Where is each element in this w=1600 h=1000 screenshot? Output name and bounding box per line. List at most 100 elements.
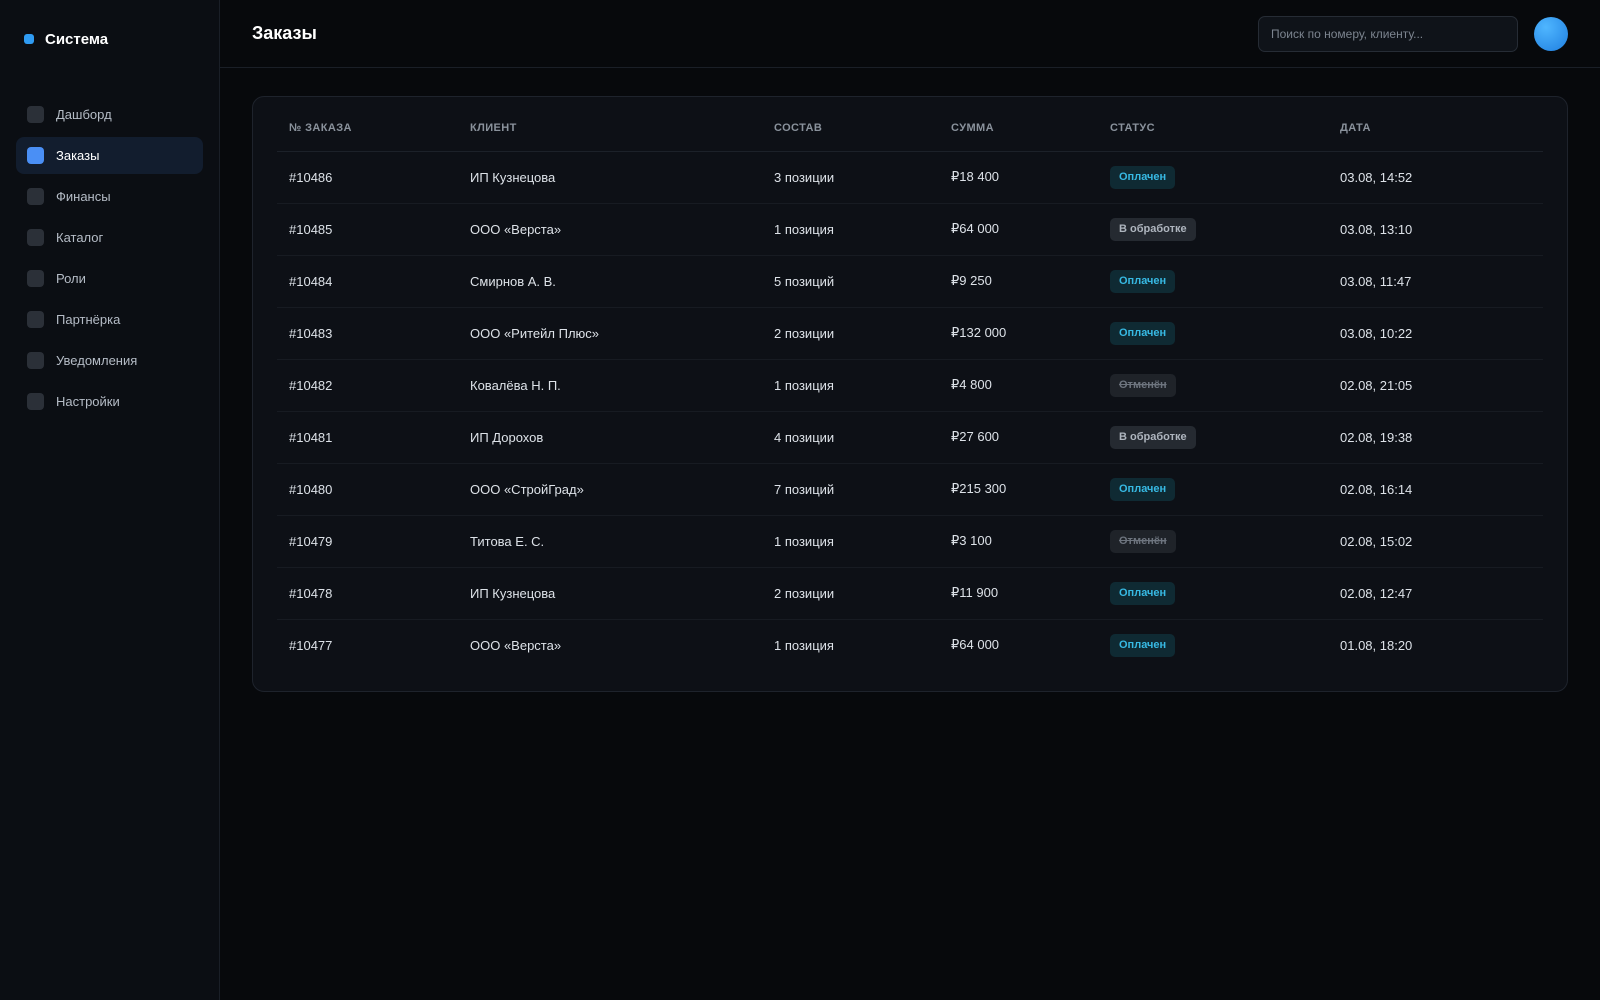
- sidebar-nav: Дашборд Заказы Финансы Каталог Роли Партнёрка…: [16, 96, 203, 420]
- sidebar-item-settings[interactable]: Настройки: [16, 383, 203, 420]
- date-cell: 02.08, 21:05: [1328, 359, 1543, 412]
- status-badge: Оплачен: [1110, 321, 1176, 345]
- status-badge: Отменён: [1110, 529, 1176, 553]
- brand-logo-icon: [24, 34, 34, 44]
- brand[interactable]: Система: [16, 28, 203, 50]
- order-id-cell: #10482: [277, 359, 458, 412]
- table-row[interactable]: #10479 Титова Е. С. 1 позиция ₽3 100 Отменён…: [277, 515, 1543, 568]
- date-cell: 01.08, 18:20: [1340, 637, 1413, 653]
- sidebar-item-label: Дашборд: [56, 107, 112, 122]
- status-cell: В обработке: [1098, 203, 1328, 256]
- client-cell: ИП Кузнецова: [458, 151, 762, 204]
- status-cell: Отменён: [1098, 515, 1328, 568]
- orders-table-header: № ЗАКАЗА КЛИЕНТ СОСТАВ СУММА СТАТУС ДАТА: [277, 105, 1543, 152]
- sidebar-item-dashboard[interactable]: Дашборд: [16, 96, 203, 133]
- sum-cell: ₽64 000: [939, 203, 1098, 256]
- client-cell: ООО «Ритейл Плюс»: [458, 307, 762, 360]
- client-cell: ООО «Верста»: [470, 637, 562, 653]
- client-cell: Смирнов А. В.: [458, 255, 762, 308]
- column-header[interactable]: ДАТА: [1328, 105, 1543, 152]
- items-cell: 7 позиций: [762, 463, 939, 516]
- sidebar-item-finance[interactable]: Финансы: [16, 178, 203, 215]
- status-cell: Отменён: [1098, 359, 1328, 412]
- table-row[interactable]: #10480 ООО «СтройГрад» 7 позиций ₽215 300 Оп…: [277, 463, 1543, 516]
- items-cell: 5 позиций: [762, 255, 939, 308]
- order-id-cell: #10483: [277, 307, 458, 360]
- sum-cell: ₽9 250: [939, 255, 1098, 308]
- partners-icon: [27, 311, 44, 328]
- order-id-cell: #10477: [289, 637, 333, 653]
- sidebar-item-orders[interactable]: Заказы: [16, 137, 203, 174]
- sidebar-item-catalog[interactable]: Каталог: [16, 219, 203, 256]
- sidebar-item-notifications[interactable]: Уведомления: [16, 342, 203, 379]
- table-row[interactable]: #10478 ИП Кузнецова 2 позиции ₽11 900 Оплаче…: [277, 567, 1543, 620]
- status-badge: Оплачен: [1110, 633, 1176, 657]
- items-cell: 1 позиция: [762, 515, 939, 568]
- column-header[interactable]: СТАТУС: [1098, 105, 1328, 152]
- sidebar-item-label: Заказы: [56, 148, 100, 163]
- notifications-icon: [27, 352, 44, 369]
- content: № ЗАКАЗА КЛИЕНТ СОСТАВ СУММА СТАТУС ДАТА #104…: [220, 68, 1600, 692]
- client-cell: ООО «Верста»: [458, 203, 762, 256]
- column-header[interactable]: № ЗАКАЗА: [277, 105, 458, 152]
- sidebar-item-label: Каталог: [56, 230, 104, 245]
- brand-name: Система: [45, 30, 109, 48]
- date-cell: 03.08, 10:22: [1328, 307, 1543, 360]
- order-id-cell: #10479: [277, 515, 458, 568]
- status-cell: Оплачен: [1098, 567, 1328, 620]
- table-row[interactable]: #10484 Смирнов А. В. 5 позиций ₽9 250 Оплаче…: [277, 255, 1543, 308]
- status-cell: Оплачен: [1098, 307, 1328, 360]
- column-header[interactable]: КЛИЕНТ: [458, 105, 762, 152]
- status-cell: Оплачен: [1098, 463, 1328, 516]
- table-row[interactable]: #10483 ООО «Ритейл Плюс» 2 позиции ₽132 000…: [277, 307, 1543, 360]
- table-row[interactable]: #10486 ИП Кузнецова 3 позиции ₽18 400 Оплаче…: [277, 151, 1543, 204]
- sum-cell: ₽18 400: [939, 151, 1098, 204]
- table-row[interactable]: #10482 Ковалёва Н. П. 1 позиция ₽4 800 Отмен…: [277, 359, 1543, 412]
- column-header[interactable]: СУММА: [939, 105, 1098, 152]
- status-badge: Оплачен: [1110, 477, 1176, 501]
- date-cell: 02.08, 12:47: [1328, 567, 1543, 620]
- date-cell: 02.08, 15:02: [1328, 515, 1543, 568]
- status-badge: В обработке: [1110, 217, 1196, 241]
- search-input[interactable]: [1258, 15, 1518, 52]
- sidebar-item-roles[interactable]: Роли: [16, 260, 203, 297]
- order-id-cell: #10480: [277, 463, 458, 516]
- table-row[interactable]: #10481 ИП Дорохов 4 позиции ₽27 600 В обрабо…: [277, 411, 1543, 464]
- sidebar-item-label: Уведомления: [56, 353, 138, 368]
- sidebar-item-label: Роли: [56, 271, 86, 286]
- order-id-cell: #10481: [277, 411, 458, 464]
- items-cell: 3 позиции: [762, 151, 939, 204]
- sum-cell: ₽11 900: [939, 567, 1098, 620]
- date-cell: 03.08, 14:52: [1328, 151, 1543, 204]
- sum-cell: ₽27 600: [939, 411, 1098, 464]
- topbar: Заказы: [220, 0, 1600, 68]
- sum-cell: ₽3 100: [939, 515, 1098, 568]
- status-cell: Оплачен: [1098, 151, 1328, 204]
- items-cell: 4 позиции: [762, 411, 939, 464]
- user-avatar-icon[interactable]: [1534, 16, 1568, 51]
- page-title: Заказы: [252, 23, 317, 43]
- status-cell: В обработке: [1098, 411, 1328, 464]
- column-header[interactable]: СОСТАВ: [762, 105, 939, 152]
- client-cell: ИП Дорохов: [458, 411, 762, 464]
- sidebar-item-label: Партнёрка: [56, 312, 121, 327]
- status-badge: В обработке: [1110, 425, 1196, 449]
- items-cell: 1 позиция: [762, 203, 939, 256]
- order-id-cell: #10485: [277, 203, 458, 256]
- sidebar-item-partners[interactable]: Партнёрка: [16, 301, 203, 338]
- roles-icon: [27, 270, 44, 287]
- order-id-cell: #10486: [277, 151, 458, 204]
- sidebar-item-label: Финансы: [56, 189, 111, 204]
- client-cell: Ковалёва Н. П.: [458, 359, 762, 412]
- sum-cell: ₽215 300: [939, 463, 1098, 516]
- date-cell: 03.08, 13:10: [1328, 203, 1543, 256]
- table-row[interactable]: #10485 ООО «Верста» 1 позиция ₽64 000 В обра…: [277, 203, 1543, 256]
- settings-icon: [27, 393, 44, 410]
- catalog-icon: [27, 229, 44, 246]
- finance-icon: [27, 188, 44, 205]
- order-id-cell: #10478: [277, 567, 458, 620]
- table-row[interactable]: #10477 ООО «Верста» 1 позиция ₽64 000 Оплаче…: [277, 619, 1543, 671]
- status-badge: Оплачен: [1110, 165, 1176, 189]
- client-cell: ИП Кузнецова: [458, 567, 762, 620]
- client-cell: Титова Е. С.: [458, 515, 762, 568]
